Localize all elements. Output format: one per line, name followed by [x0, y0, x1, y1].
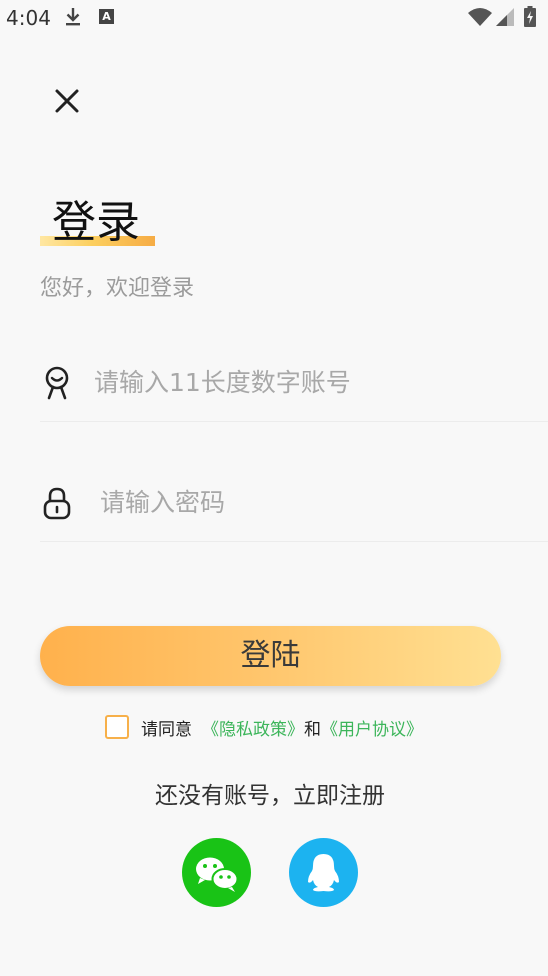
close-icon[interactable] [52, 86, 82, 116]
agreement-prefix: 请同意 [141, 719, 192, 740]
agreement-checkbox[interactable] [105, 715, 129, 739]
title-block: 登录 [40, 186, 155, 250]
wifi-icon [468, 8, 492, 26]
wechat-icon [196, 857, 239, 892]
user-icon [45, 366, 69, 400]
account-field [40, 342, 548, 422]
login-button[interactable]: 登陆 [40, 626, 501, 686]
password-input[interactable] [100, 480, 540, 524]
qq-icon [308, 854, 339, 892]
privacy-policy-link[interactable]: 《隐私政策》 [202, 715, 304, 740]
cell-signal-icon [496, 8, 514, 26]
agreement-row: 请同意 《隐私政策》 和 《用户协议》 [105, 713, 423, 741]
download-icon [66, 8, 80, 26]
welcome-text: 您好，欢迎登录 [40, 276, 195, 301]
a-notification-icon: A [99, 9, 114, 24]
lock-icon [43, 487, 71, 520]
agreement-conjunction: 和 [304, 719, 321, 740]
page-title: 登录 [52, 197, 140, 248]
login-screen: 4:04 A 登录 您好，欢迎登录 请输入11长度数字账号 登陆 请同意 《隐私… [0, 0, 548, 976]
register-link[interactable]: 还没有账号，立即注册 [0, 776, 540, 810]
qq-login-button[interactable] [289, 838, 358, 907]
battery-charging-icon [524, 6, 536, 27]
user-agreement-link[interactable]: 《用户协议》 [321, 715, 423, 740]
status-time: 4:04 [6, 6, 51, 30]
status-bar: 4:04 A [0, 0, 548, 36]
password-field [40, 462, 548, 542]
account-input[interactable] [94, 360, 534, 404]
wechat-login-button[interactable] [182, 838, 251, 907]
